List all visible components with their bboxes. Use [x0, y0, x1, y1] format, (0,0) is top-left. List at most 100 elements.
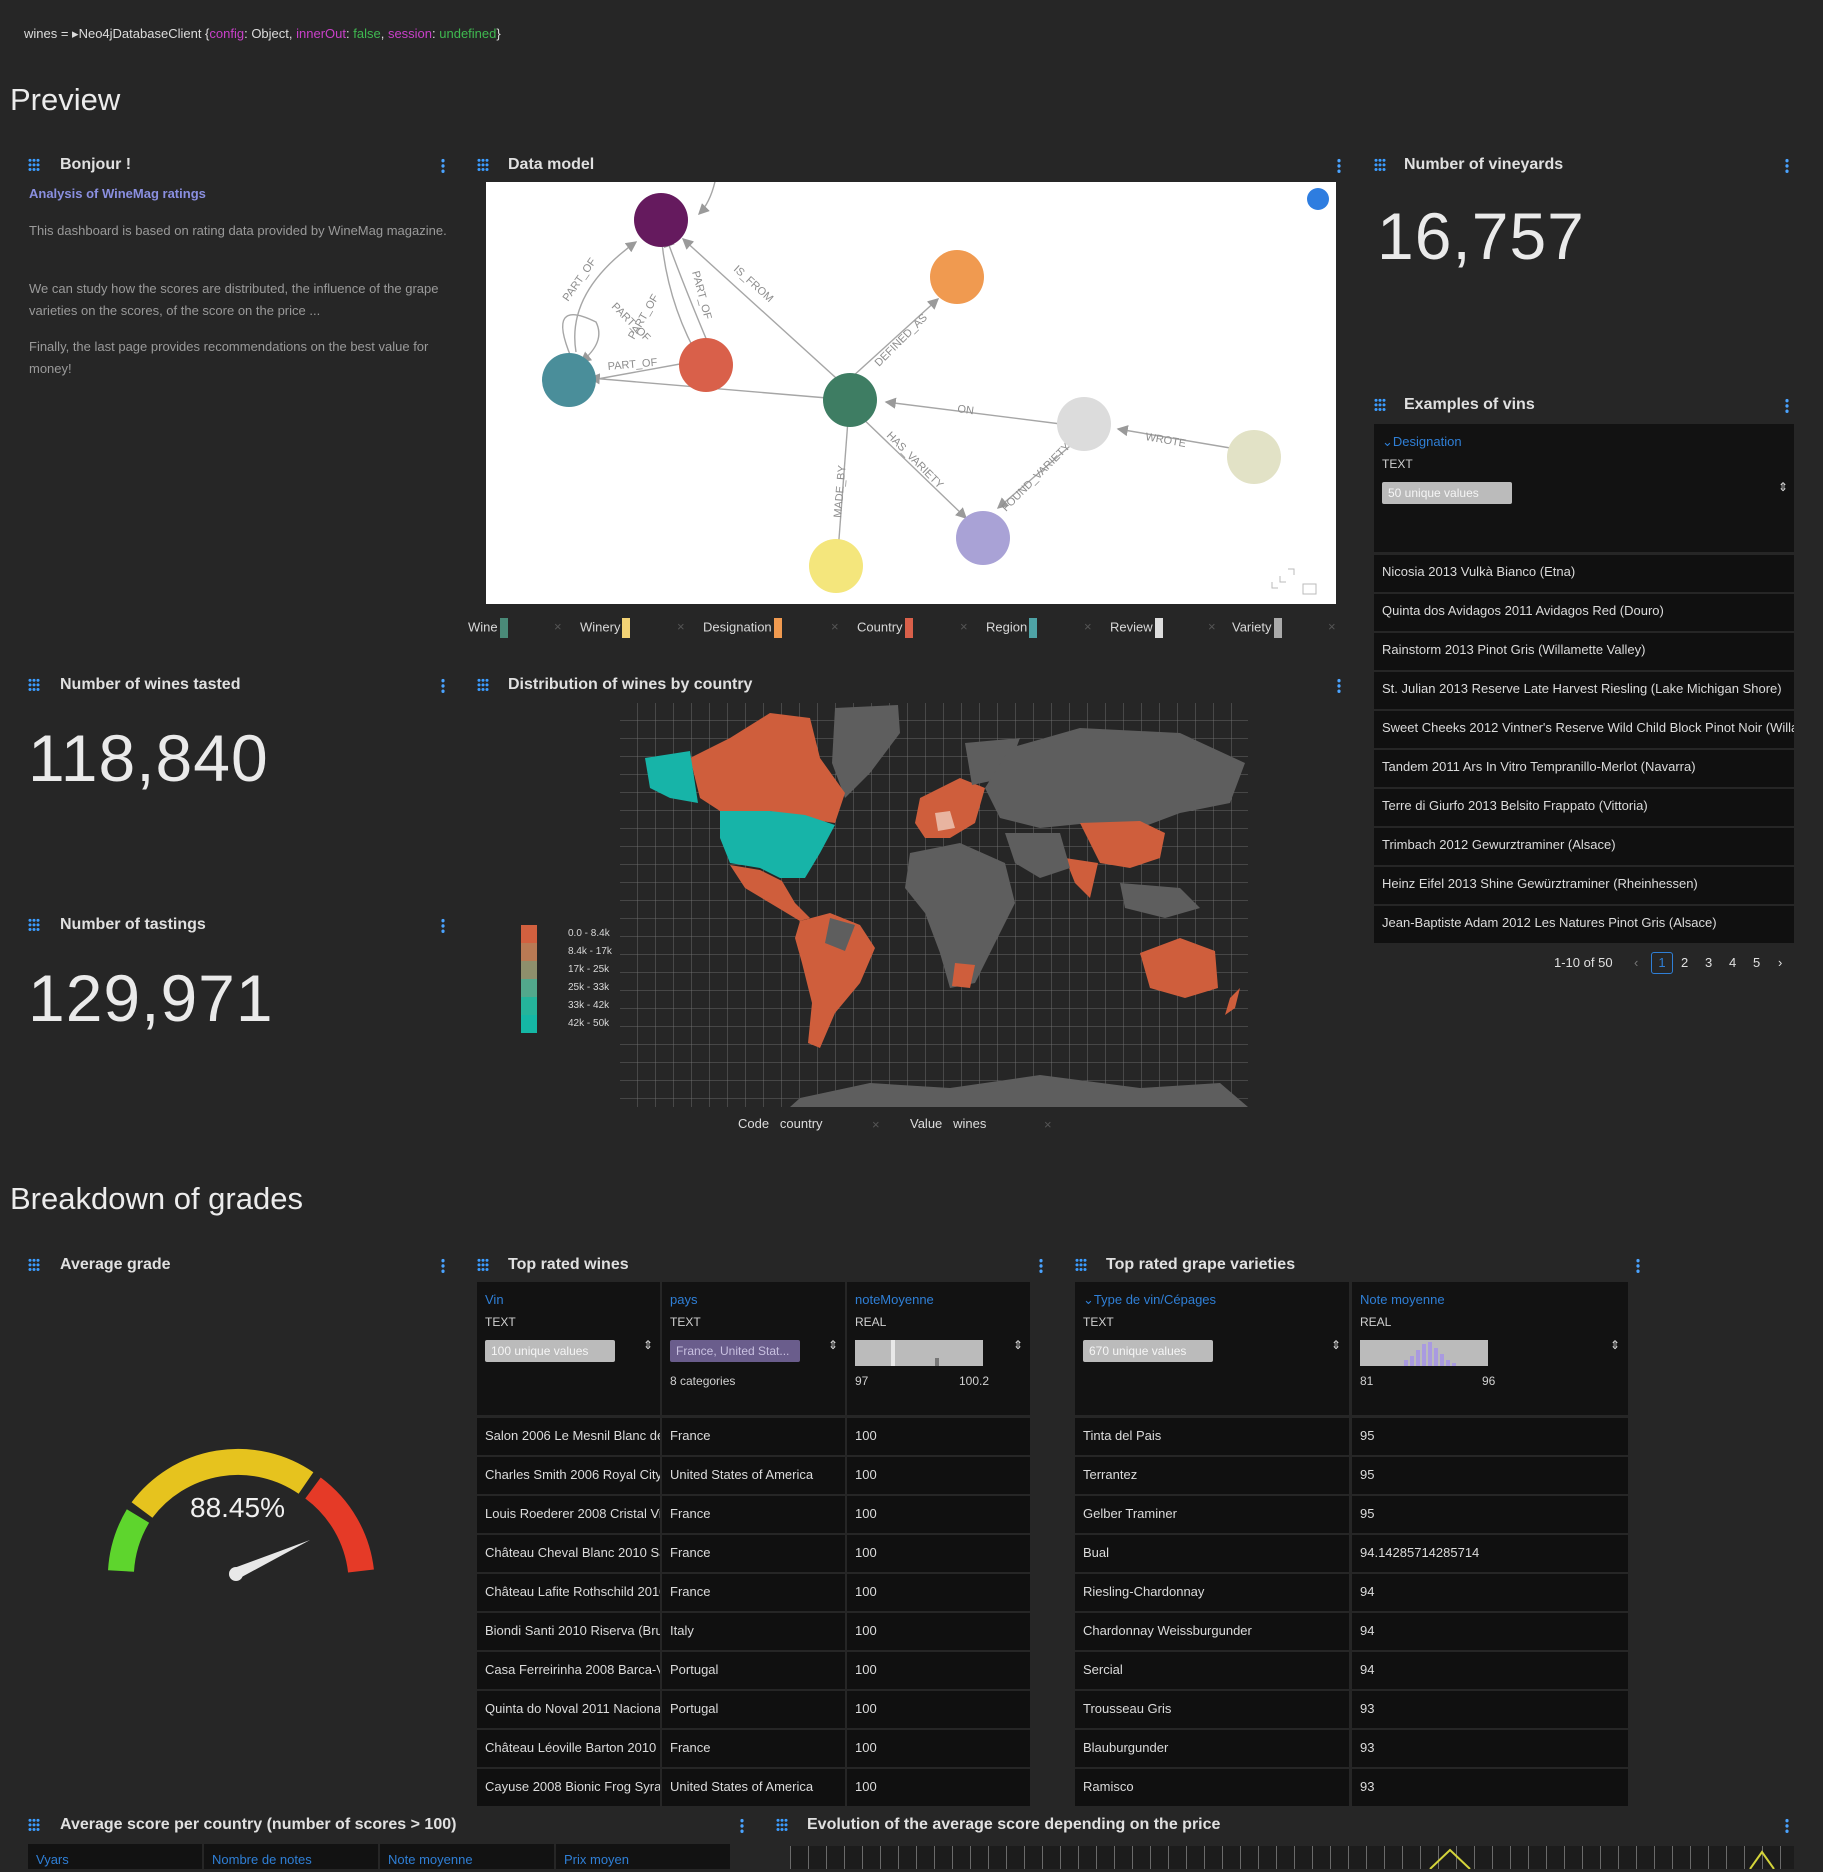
pagination-prev[interactable]: ‹	[1634, 955, 1638, 970]
table-cell[interactable]: Tinta del Pais	[1075, 1418, 1349, 1455]
table-cell[interactable]: Ramisco	[1075, 1769, 1349, 1806]
data-model-graph[interactable]: PART_OF PART_OF PART_OF PART_OF IS_FROM …	[486, 176, 1336, 604]
column-name[interactable]: Prix moyen	[564, 1852, 629, 1867]
legend-remove-icon[interactable]: ×	[1328, 619, 1336, 634]
graph-canvas[interactable]: PART_OF PART_OF PART_OF PART_OF IS_FROM …	[486, 176, 1336, 604]
drag-handle-icon[interactable]	[28, 1818, 40, 1832]
table-cell[interactable]: France	[662, 1418, 845, 1455]
legend-variety[interactable]: Variety	[1232, 618, 1282, 638]
drag-handle-icon[interactable]	[1075, 1258, 1087, 1272]
table-cell[interactable]: 100	[847, 1496, 1030, 1533]
card-menu-icon[interactable]	[1337, 158, 1341, 174]
node-blank[interactable]	[634, 193, 688, 247]
legend-remove-icon[interactable]: ×	[831, 619, 839, 634]
column-name[interactable]: pays	[670, 1292, 697, 1307]
table-row[interactable]: Jean-Baptiste Adam 2012 Les Natures Pino…	[1374, 906, 1794, 945]
legend-review[interactable]: Review	[1110, 618, 1163, 638]
column-name[interactable]: Note moyenne	[1360, 1292, 1445, 1307]
table-cell[interactable]: 94.14285714285714	[1352, 1535, 1628, 1572]
table-cell[interactable]: Louis Roederer 2008 Cristal Vintage Brut…	[477, 1496, 660, 1533]
card-menu-icon[interactable]	[1785, 398, 1789, 414]
table-cell[interactable]: 100	[847, 1769, 1030, 1806]
field-remove-icon[interactable]: ×	[872, 1117, 880, 1132]
table-cell[interactable]: Blauburgunder	[1075, 1730, 1349, 1767]
drag-handle-icon[interactable]	[28, 678, 40, 692]
node-wine[interactable]	[823, 373, 877, 427]
legend-wine[interactable]: Wine	[468, 618, 508, 638]
table-cell[interactable]: 94	[1352, 1574, 1628, 1611]
graph-settings-icon[interactable]	[1307, 188, 1329, 210]
node-taster[interactable]	[1227, 430, 1281, 484]
table-cell[interactable]: 100	[847, 1652, 1030, 1689]
table-cell[interactable]: Bual	[1075, 1535, 1349, 1572]
sort-icon[interactable]: ⇕	[828, 1338, 838, 1352]
pagination-page-1[interactable]: 1	[1651, 952, 1673, 974]
drag-handle-icon[interactable]	[1374, 398, 1386, 412]
table-cell[interactable]: Trousseau Gris	[1075, 1691, 1349, 1728]
table-row[interactable]: Heinz Eifel 2013 Shine Gewürztraminer (R…	[1374, 867, 1794, 906]
table-row[interactable]: Sweet Cheeks 2012 Vintner's Reserve Wild…	[1374, 711, 1794, 750]
table-cell[interactable]: United States of America	[662, 1457, 845, 1494]
legend-winery[interactable]: Winery	[580, 618, 631, 638]
field-remove-icon[interactable]: ×	[1044, 1117, 1052, 1132]
table-cell[interactable]: 94	[1352, 1652, 1628, 1689]
sort-icon[interactable]: ⇕	[643, 1338, 653, 1352]
column-name[interactable]: Vin	[485, 1292, 504, 1307]
drag-handle-icon[interactable]	[28, 918, 40, 932]
download-icon[interactable]	[1302, 583, 1317, 595]
drag-handle-icon[interactable]	[28, 1258, 40, 1272]
table-cell[interactable]: 100	[847, 1691, 1030, 1728]
legend-remove-icon[interactable]: ×	[1084, 619, 1092, 634]
pagination-page-4[interactable]: 4	[1729, 955, 1736, 970]
column-header-designation[interactable]: ⌄Designation	[1382, 434, 1462, 450]
table-cell[interactable]: Charles Smith 2006 Royal City Syrah (Col…	[477, 1457, 660, 1494]
drag-handle-icon[interactable]	[477, 678, 489, 692]
legend-region[interactable]: Region	[986, 618, 1038, 638]
column-name[interactable]: Vyars	[36, 1852, 69, 1867]
world-map-svg[interactable]	[620, 703, 1248, 1107]
table-cell[interactable]: Château Cheval Blanc 2010 Saint-Émilion	[477, 1535, 660, 1572]
sort-icon[interactable]: ⇕	[1610, 1338, 1620, 1352]
card-menu-icon[interactable]	[740, 1818, 744, 1834]
table-cell[interactable]: Quinta do Noval 2011 Nacional Vintage (P…	[477, 1691, 660, 1728]
table-row[interactable]: Trimbach 2012 Gewurztraminer (Alsace)	[1374, 828, 1794, 867]
table-cell[interactable]: France	[662, 1496, 845, 1533]
pagination-page-2[interactable]: 2	[1681, 955, 1688, 970]
card-menu-icon[interactable]	[1785, 1818, 1789, 1834]
table-cell[interactable]: Château Léoville Barton 2010 Saint-Julie…	[477, 1730, 660, 1767]
table-row[interactable]: Nicosia 2013 Vulkà Bianco (Etna)	[1374, 555, 1794, 594]
fullscreen-icon[interactable]	[1271, 568, 1295, 589]
table-cell[interactable]: Riesling-Chardonnay	[1075, 1574, 1349, 1611]
card-menu-icon[interactable]	[441, 678, 445, 694]
table-cell[interactable]: Italy	[662, 1613, 845, 1650]
table-cell[interactable]: 93	[1352, 1769, 1628, 1806]
table-cell[interactable]: Sercial	[1075, 1652, 1349, 1689]
table-cell[interactable]: Gelber Traminer	[1075, 1496, 1349, 1533]
evolution-chart[interactable]	[790, 1846, 1794, 1870]
card-menu-icon[interactable]	[1039, 1258, 1043, 1274]
table-cell[interactable]: 100	[847, 1574, 1030, 1611]
card-menu-icon[interactable]	[1785, 158, 1789, 174]
map-code-field[interactable]: Code country	[738, 1116, 823, 1131]
pagination-page-3[interactable]: 3	[1705, 955, 1712, 970]
sort-icon[interactable]: ⇕	[1013, 1338, 1023, 1352]
table-cell[interactable]: United States of America	[662, 1769, 845, 1806]
table-cell[interactable]: 94	[1352, 1613, 1628, 1650]
table-row[interactable]: Rainstorm 2013 Pinot Gris (Willamette Va…	[1374, 633, 1794, 672]
card-menu-icon[interactable]	[1636, 1258, 1640, 1274]
pagination-next[interactable]: ›	[1778, 955, 1782, 970]
table-cell[interactable]: Portugal	[662, 1652, 845, 1689]
table-cell[interactable]: France	[662, 1730, 845, 1767]
table-cell[interactable]: Biondi Santi 2010 Riserva (Brunello di M…	[477, 1613, 660, 1650]
legend-remove-icon[interactable]: ×	[960, 619, 968, 634]
table-cell[interactable]: Casa Ferreirinha 2008 Barca-Velha Red (D…	[477, 1652, 660, 1689]
drag-handle-icon[interactable]	[776, 1818, 788, 1832]
table-row[interactable]: Quinta dos Avidagos 2011 Avidagos Red (D…	[1374, 594, 1794, 633]
table-cell[interactable]: France	[662, 1574, 845, 1611]
node-variety[interactable]	[956, 511, 1010, 565]
card-menu-icon[interactable]	[441, 158, 445, 174]
pagination-page-5[interactable]: 5	[1753, 955, 1760, 970]
node-designation[interactable]	[930, 250, 984, 304]
table-cell[interactable]: Chardonnay Weissburgunder	[1075, 1613, 1349, 1650]
table-cell[interactable]: Salon 2006 Le Mesnil Blanc de Blancs Bru…	[477, 1418, 660, 1455]
